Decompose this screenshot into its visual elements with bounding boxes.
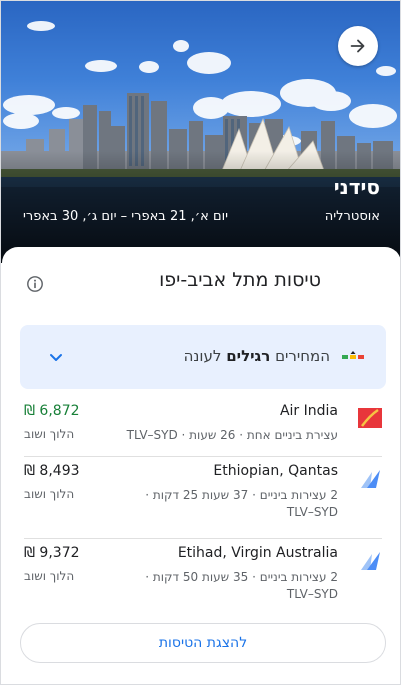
- flight-row[interactable]: Ethiopian, Qantas 2 עצירות ביניים · 37 ש…: [24, 457, 382, 539]
- chevron-down-icon[interactable]: [48, 349, 64, 365]
- price-level-box[interactable]: המחירים רגילים לעונה: [20, 325, 386, 389]
- airline-name: Ethiopian, Qantas: [213, 463, 338, 479]
- flights-card: טיסות מתל אביב-יפו המחירים רגילים לעונה: [2, 247, 400, 684]
- info-icon[interactable]: [26, 275, 44, 293]
- trip-type: הלוך ושוב: [24, 569, 75, 583]
- flight-row[interactable]: Air India עצירת ביניים אחת · 26 שעות · T…: [24, 397, 382, 457]
- flight-row[interactable]: Etihad, Virgin Australia 2 עצירות ביניים…: [24, 539, 382, 619]
- price-level-prefix: המחירים: [275, 347, 330, 365]
- trip-type: הלוך ושוב: [24, 427, 75, 441]
- flight-price: ₪ 6,872: [24, 403, 80, 419]
- price-level-value: רגילים: [226, 347, 271, 365]
- flight-price: ₪ 8,493: [24, 463, 80, 479]
- flight-details: 2 עצירות ביניים · 37 שעות 25 דקות · TLV–…: [145, 488, 338, 519]
- arrow-right-icon: [350, 39, 365, 53]
- show-flights-button[interactable]: להצגת הטיסות: [20, 623, 386, 663]
- trip-dates: יום א׳, 21 באפרי – יום ג׳, 30 באפרי: [23, 209, 229, 224]
- destination-country: אוסטרליה: [324, 209, 380, 224]
- trip-type: הלוך ושוב: [24, 487, 75, 501]
- flight-details: עצירת ביניים אחת · 26 שעות · TLV–SYD: [126, 428, 338, 442]
- price-level-icon: [342, 351, 364, 359]
- price-level-text: המחירים רגילים לעונה: [184, 347, 330, 365]
- destination-panel: סידני אוסטרליה יום א׳, 21 באפרי – יום ג׳…: [0, 0, 401, 685]
- multi-airline-icon: [361, 552, 380, 570]
- flight-price: ₪ 9,372: [24, 545, 80, 561]
- destination-hero-image: סידני אוסטרליה יום א׳, 21 באפרי – יום ג׳…: [1, 1, 400, 263]
- price-level-suffix: לעונה: [183, 347, 222, 365]
- air-india-logo: [358, 408, 382, 428]
- airline-name: Air India: [279, 403, 338, 419]
- multi-airline-icon: [361, 470, 380, 488]
- forward-arrow-button[interactable]: [338, 26, 378, 66]
- card-title: טיסות מתל אביב-יפו: [159, 269, 321, 291]
- destination-city: סידני: [333, 175, 380, 199]
- airline-name: Etihad, Virgin Australia: [177, 545, 338, 561]
- flight-details: 2 עצירות ביניים · 35 שעות 50 דקות · TLV–…: [145, 570, 338, 601]
